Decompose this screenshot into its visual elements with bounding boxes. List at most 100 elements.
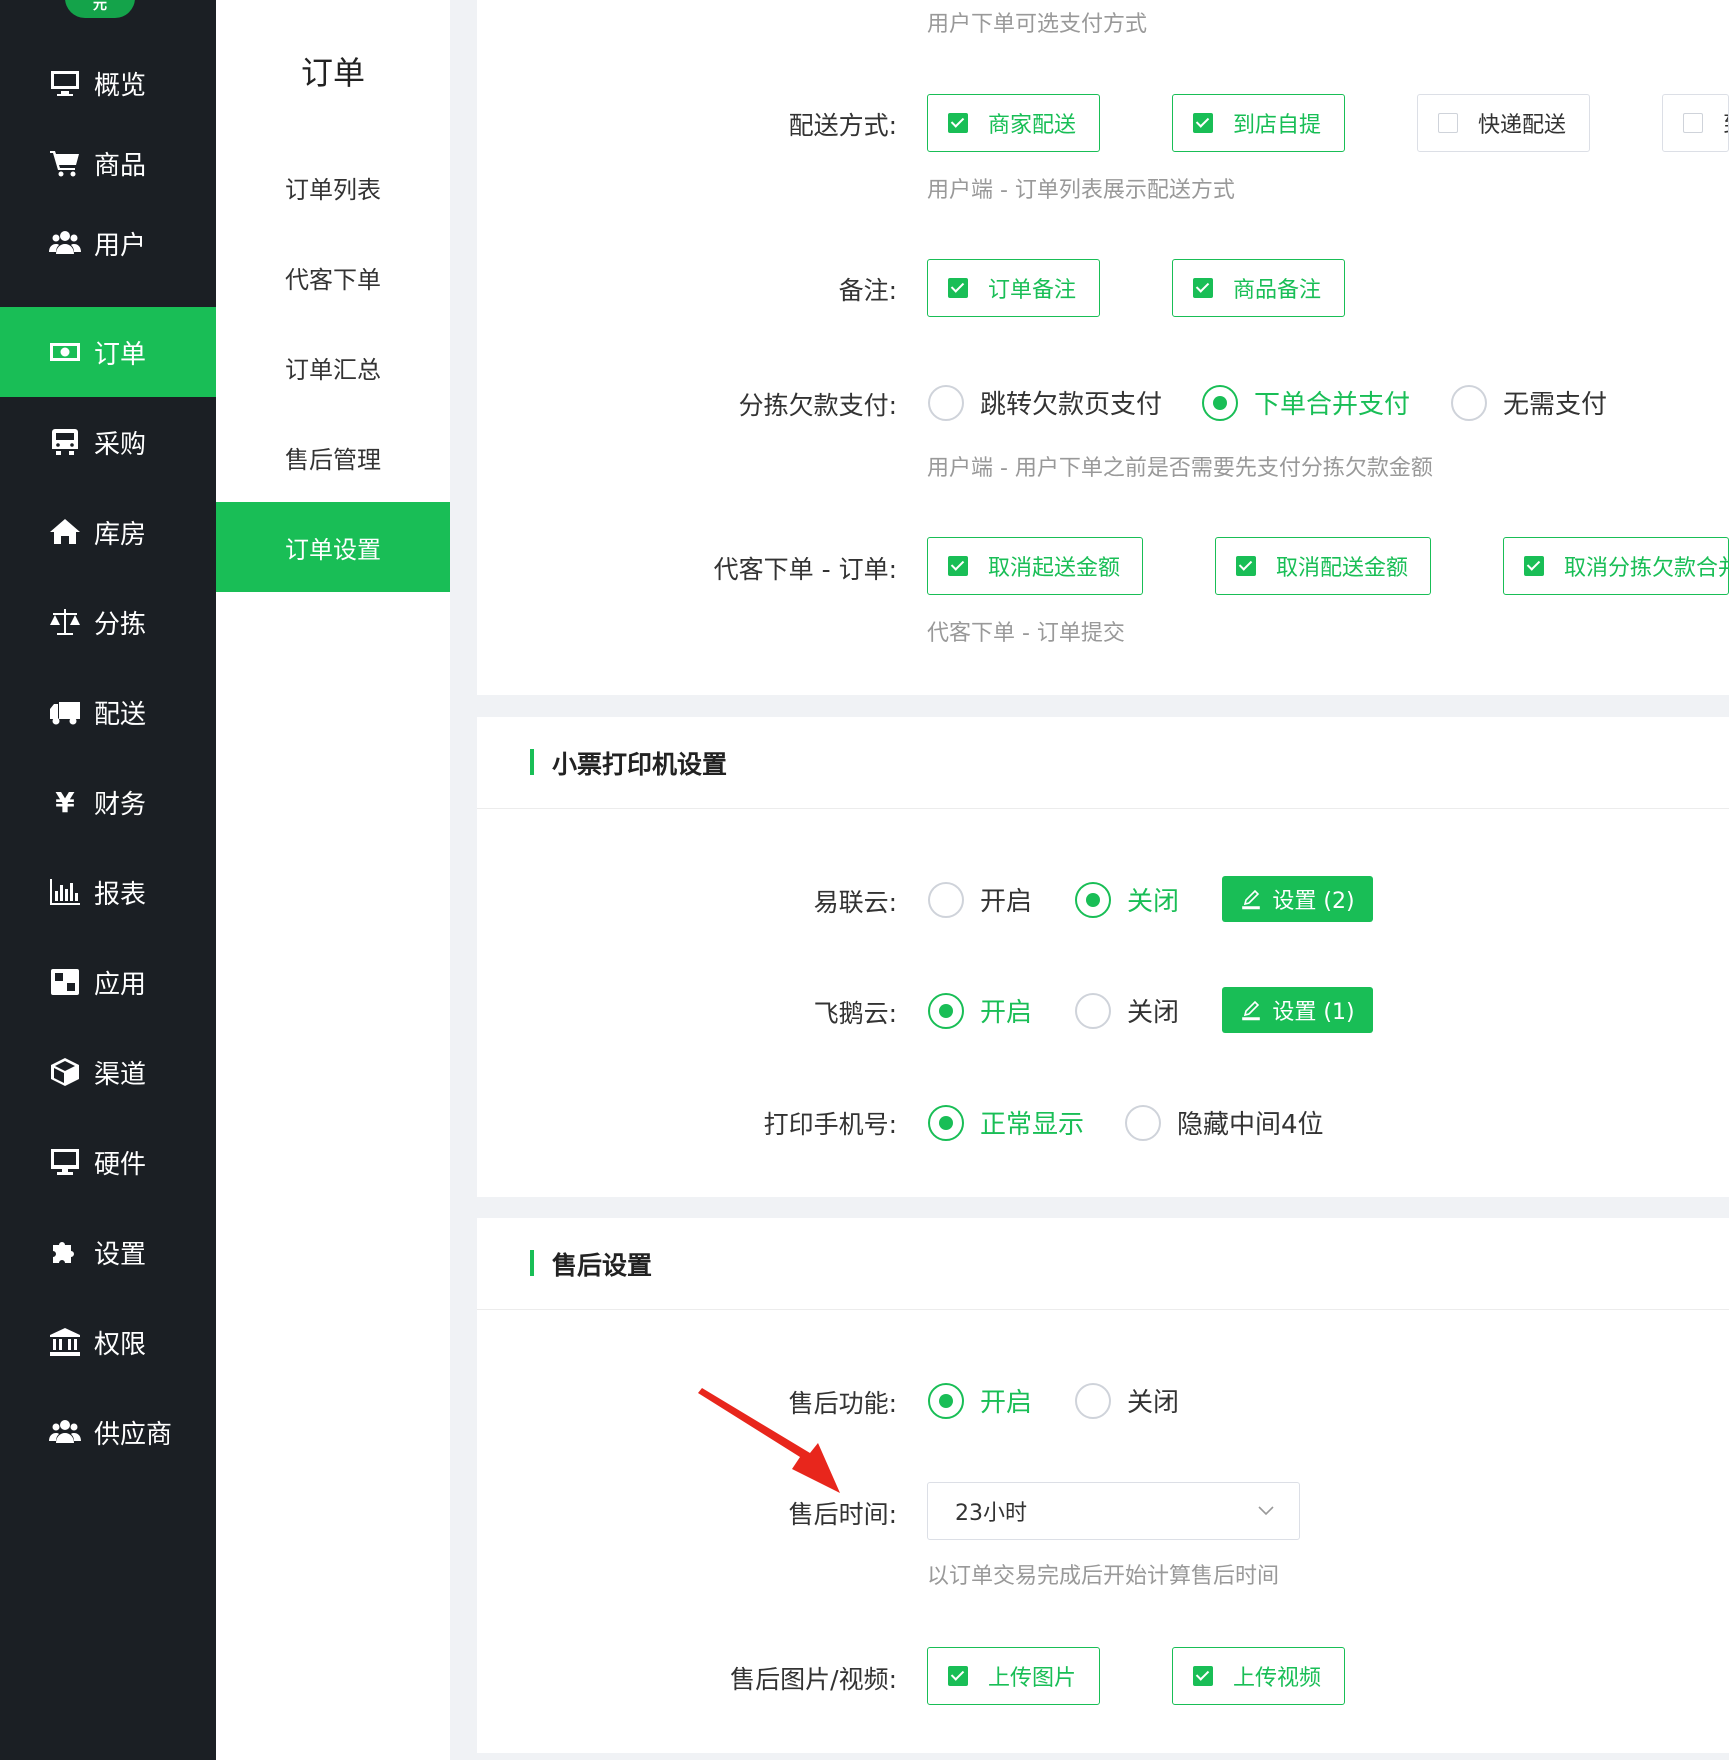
yilianyun-on-radio[interactable]: 开启 [928,881,1032,918]
nav-label: 概览 [94,70,147,101]
subnav-item-order-list[interactable]: 订单列表 [216,142,450,232]
nav-item-users[interactable]: 用户 [0,198,216,288]
checkbox-checked-icon [948,113,968,133]
nav-item-settings[interactable]: 设置 [0,1207,216,1297]
nav-item-hardware[interactable]: 硬件 [0,1117,216,1207]
brand-logo: 元 [65,0,135,18]
order-remark-checkbox[interactable]: 订单备注 [927,259,1100,317]
nav-item-sorting[interactable]: 分拣 [0,577,216,667]
chevron-down-icon [1258,1506,1274,1516]
users-icon [48,1417,82,1447]
order-subnav: 订单 订单列表 代客下单 订单汇总 售后管理 订单设置 [216,0,450,1760]
nav-item-delivery[interactable]: 配送 [0,667,216,757]
cube-icon [48,1057,82,1087]
users-icon [48,228,82,258]
feieyun-off-radio[interactable]: 关闭 [1075,992,1179,1029]
cancel-min-amount-checkbox[interactable]: 取消起送金额 [927,537,1143,595]
bus-icon [48,427,82,457]
annotation-arrow-icon [698,1388,840,1493]
radio-selected-icon [1202,384,1238,421]
phone-normal-radio[interactable]: 正常显示 [928,1104,1084,1141]
nav-item-apps[interactable]: 应用 [0,937,216,1027]
section-accent-bar [530,1250,534,1276]
subnav-item-after-sale[interactable]: 售后管理 [216,412,450,502]
print-phone-label: 打印手机号: [763,1110,897,1139]
phone-hidden-radio[interactable]: 隐藏中间4位 [1125,1104,1324,1141]
delivery-merchant-checkbox[interactable]: 商家配送 [927,94,1100,152]
after-sale-card-header: 售后设置 [477,1218,1729,1310]
nav-label: 权限 [94,1329,147,1360]
feieyun-on-radio[interactable]: 开启 [928,992,1032,1029]
debt-none-radio[interactable]: 无需支付 [1451,384,1607,421]
subnav-item-order-settings[interactable]: 订单设置 [216,502,450,592]
nav-label: 设置 [94,1239,147,1270]
cancel-delivery-fee-checkbox[interactable]: 取消配送金额 [1215,537,1431,595]
nav-label: 供应商 [94,1419,173,1450]
debt-jump-radio[interactable]: 跳转欠款页支付 [928,384,1162,421]
cancel-debt-merge-checkbox[interactable]: 取消分拣欠款合并 [1503,537,1729,595]
nav-item-orders[interactable]: 订单 [0,307,216,397]
checkbox-checked-icon [1236,556,1256,576]
delivery-express-checkbox[interactable]: 快递配送 [1417,94,1590,152]
yilianyun-label: 易联云: [813,888,897,917]
select-value: 23小时 [955,1501,1027,1526]
checkbox-empty-icon [1683,113,1703,133]
yilianyun-off-radio[interactable]: 关闭 [1075,881,1179,918]
upload-image-checkbox[interactable]: 上传图片 [927,1647,1100,1705]
after-sale-card-title: 售后设置 [552,1251,653,1280]
delivery-other-checkbox[interactable]: 到 [1662,94,1729,152]
radio-empty-icon [1451,384,1487,421]
cart-icon [48,148,82,178]
printer-card-title: 小票打印机设置 [552,750,728,779]
after-sale-media-label: 售后图片/视频: [730,1665,897,1694]
nav-item-suppliers[interactable]: 供应商 [0,1387,216,1477]
after-sale-off-radio[interactable]: 关闭 [1075,1382,1179,1419]
delivery-pickup-checkbox[interactable]: 到店自提 [1172,94,1345,152]
nav-item-warehouse[interactable]: 库房 [0,487,216,577]
subnav-item-proxy-order[interactable]: 代客下单 [216,232,450,322]
order-settings-card: 用户下单可选支付方式 配送方式: 商家配送 到店自提 快递配送 到 用户端 - … [477,0,1729,695]
money-icon [48,337,82,367]
yilianyun-settings-button[interactable]: 设置 (2) [1222,876,1373,922]
debt-merge-radio[interactable]: 下单合并支付 [1202,384,1410,421]
nav-label: 订单 [94,339,147,370]
bank-icon [48,1327,82,1357]
radio-empty-icon [1125,1104,1161,1141]
nav-item-permissions[interactable]: 权限 [0,1297,216,1387]
bar-chart-icon [48,877,82,907]
nav-item-reports[interactable]: 报表 [0,847,216,937]
desktop-icon [48,1147,82,1177]
subnav-item-order-summary[interactable]: 订单汇总 [216,322,450,412]
delivery-method-label: 配送方式: [788,111,897,140]
sorting-debt-label: 分拣欠款支付: [738,391,897,420]
upload-video-checkbox[interactable]: 上传视频 [1172,1647,1345,1705]
printer-card-header: 小票打印机设置 [477,717,1729,809]
main-sidebar: 元 概览 商品 用户 订单 采购 库房 分拣 配送 ¥ 财务 报表 应用 渠道 … [0,0,216,1760]
after-sale-time-select[interactable]: 23小时 [927,1482,1300,1540]
after-sale-time-label: 售后时间: [788,1500,897,1529]
goods-remark-checkbox[interactable]: 商品备注 [1172,259,1345,317]
sorting-debt-hint: 用户端 - 用户下单之前是否需要先支付分拣欠款金额 [927,456,1433,481]
pay-method-hint: 用户下单可选支付方式 [927,12,1148,37]
feieyun-settings-button[interactable]: 设置 (1) [1222,987,1373,1033]
edit-icon [1242,1000,1261,1021]
nav-item-finance[interactable]: ¥ 财务 [0,757,216,847]
section-accent-bar [530,749,534,775]
nav-item-goods[interactable]: 商品 [0,118,216,208]
radio-selected-icon [928,1382,964,1419]
after-sale-on-radio[interactable]: 开启 [928,1382,1032,1419]
nav-item-overview[interactable]: 概览 [0,38,216,128]
scale-icon [48,607,82,637]
edit-icon [1242,889,1261,910]
radio-empty-icon [1075,1382,1111,1419]
checkbox-checked-icon [948,278,968,298]
checkbox-checked-icon [1193,113,1213,133]
puzzle-icon [48,1237,82,1267]
proxy-order-label: 代客下单 - 订单: [713,555,897,584]
truck-icon [48,697,82,727]
radio-empty-icon [928,384,964,421]
nav-item-channels[interactable]: 渠道 [0,1027,216,1117]
nav-item-purchase[interactable]: 采购 [0,397,216,487]
nav-label: 采购 [94,429,147,460]
nav-label: 财务 [94,789,147,820]
